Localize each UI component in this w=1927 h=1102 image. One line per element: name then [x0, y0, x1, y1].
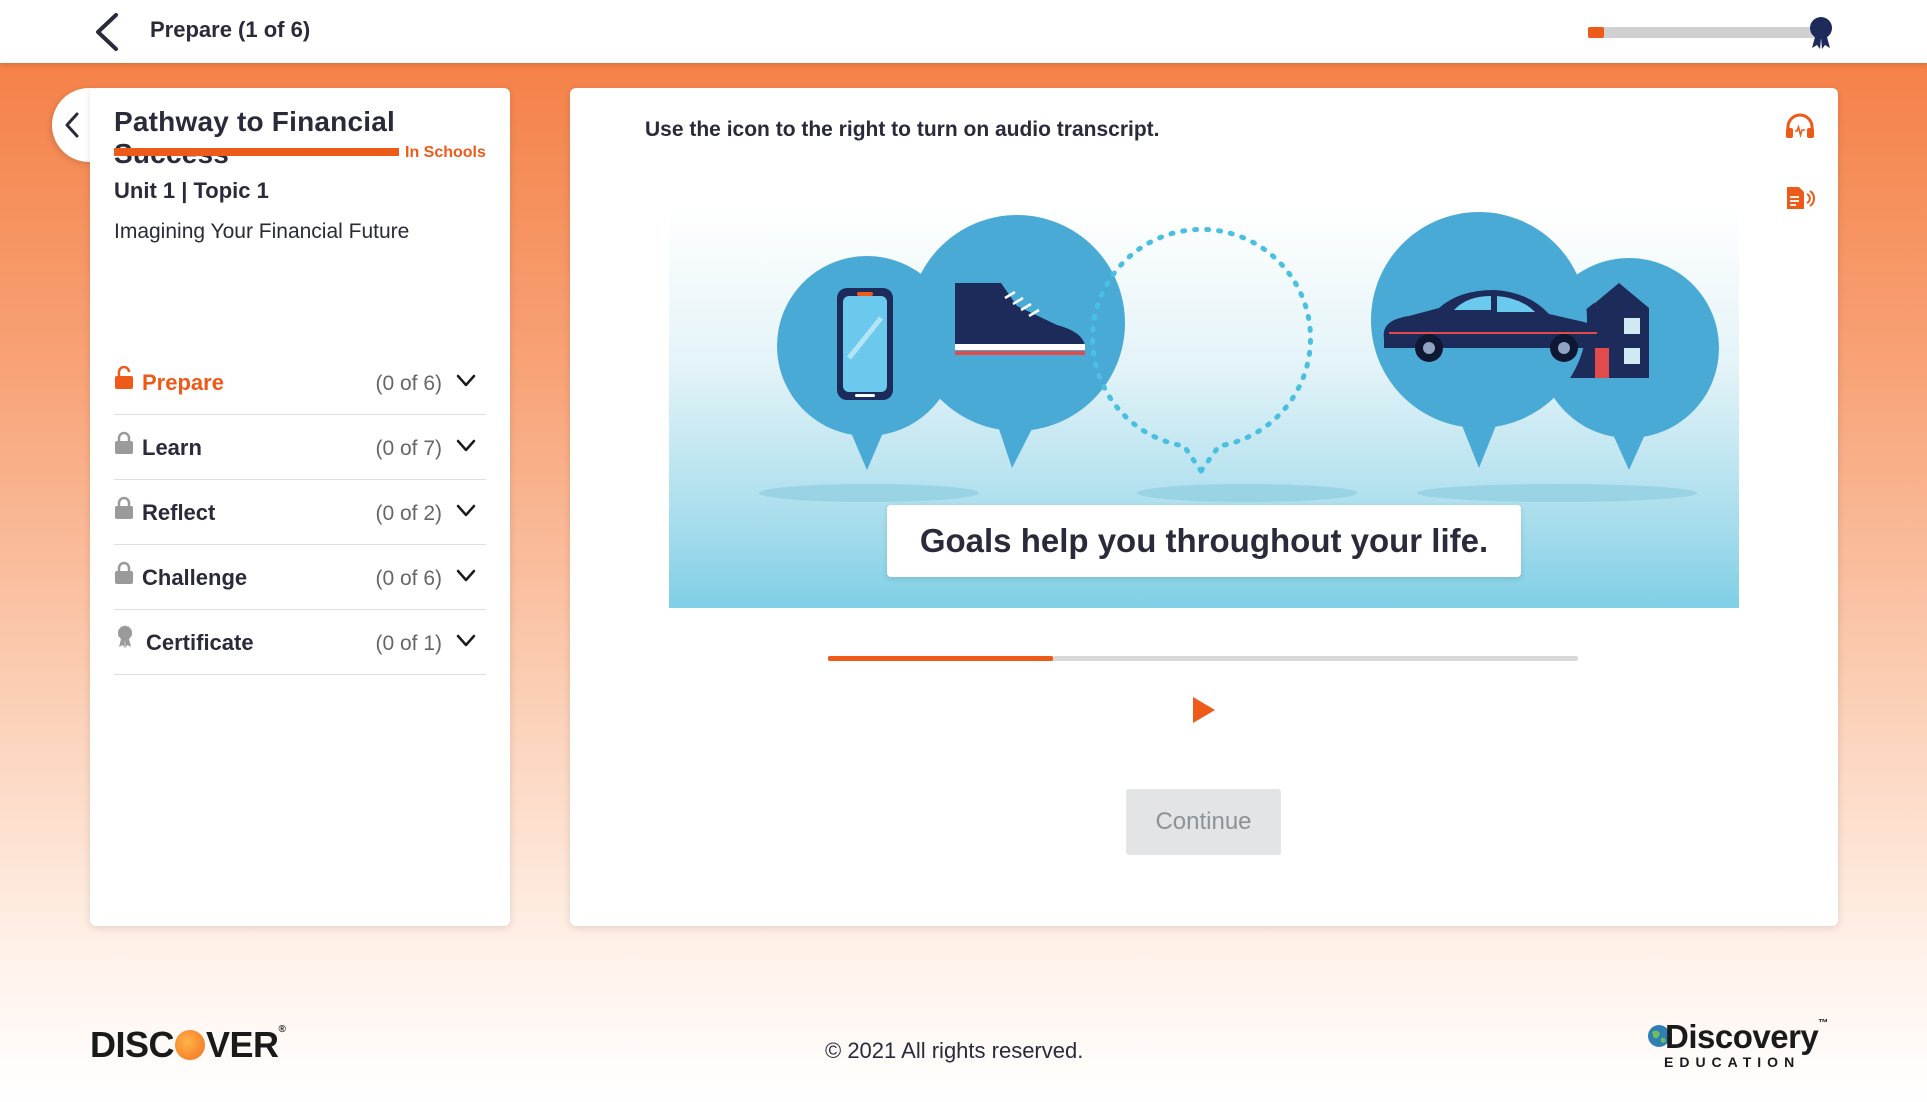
back-arrow-icon[interactable]: [92, 12, 122, 52]
course-progress-bar: [1588, 27, 1818, 38]
section-label: Reflect: [142, 500, 216, 525]
section-count: (0 of 7): [375, 437, 442, 460]
media-progress-bar[interactable]: [828, 656, 1578, 661]
instruction-text: Use the icon to the right to turn on aud…: [645, 118, 1160, 141]
collapse-sidebar-button[interactable]: [52, 88, 94, 162]
section-label: Learn: [142, 435, 202, 460]
unit-label: Unit 1 | Topic 1: [114, 178, 269, 203]
section-count: (0 of 6): [375, 567, 442, 590]
section-count: (0 of 6): [375, 372, 442, 395]
section-certificate[interactable]: Certificate (0 of 1): [114, 610, 486, 675]
discover-logo: DISC VER®: [90, 1024, 286, 1065]
award-badge-icon: [1810, 17, 1832, 49]
section-label: Certificate: [146, 630, 254, 655]
topic-name: Imagining Your Financial Future: [114, 220, 410, 243]
brand-subtitle: In Schools: [405, 144, 486, 161]
chevron-down-icon: [456, 569, 476, 582]
headphones-icon[interactable]: [1784, 112, 1816, 140]
discover-orange-dot: [175, 1030, 206, 1060]
lock-icon: [115, 431, 133, 454]
lesson-illustration: Goals help you throughout your life.: [669, 208, 1739, 608]
chevron-left-icon: [65, 112, 79, 138]
section-label: Prepare: [142, 370, 224, 395]
section-list: Prepare (0 of 6) Learn (0 of 7) Reflect …: [114, 350, 486, 675]
lock-icon: [115, 561, 133, 584]
chevron-down-icon: [456, 634, 476, 647]
audio-transcript-icon[interactable]: [1784, 184, 1816, 212]
top-bar: Prepare (1 of 6): [0, 0, 1927, 63]
award-ribbon-icon: [118, 625, 132, 648]
discovery-education-subtitle: EDUCATION: [1664, 1054, 1801, 1070]
unlocked-lock-icon: [115, 366, 133, 389]
section-count: (0 of 1): [375, 632, 442, 655]
section-prepare[interactable]: Prepare (0 of 6): [114, 350, 486, 415]
section-reflect[interactable]: Reflect (0 of 2): [114, 480, 486, 545]
media-progress-fill: [828, 656, 1053, 661]
chevron-down-icon: [456, 374, 476, 387]
course-progress-fill: [1588, 27, 1605, 38]
main-panel: Use the icon to the right to turn on aud…: [570, 88, 1838, 926]
copyright-text: © 2021 All rights reserved.: [825, 1038, 1084, 1063]
section-count: (0 of 2): [375, 502, 442, 525]
sidebar: Pathway to Financial Success In Schools …: [90, 88, 510, 926]
lock-icon: [115, 496, 133, 519]
section-learn[interactable]: Learn (0 of 7): [114, 415, 486, 480]
continue-button[interactable]: Continue: [1126, 789, 1281, 855]
discovery-education-logo: Discovery™: [1665, 1018, 1828, 1055]
empty-goal-bubble: [1090, 227, 1313, 476]
section-label: Challenge: [142, 565, 248, 590]
illustration-caption: Goals help you throughout your life.: [887, 505, 1521, 577]
page-title: Prepare (1 of 6): [150, 17, 311, 42]
chevron-down-icon: [456, 504, 476, 517]
brand-underline: [114, 148, 399, 156]
section-challenge[interactable]: Challenge (0 of 6): [114, 545, 486, 610]
car-bubble: [1371, 212, 1599, 468]
play-icon[interactable]: [1188, 695, 1218, 725]
chevron-down-icon: [456, 439, 476, 452]
